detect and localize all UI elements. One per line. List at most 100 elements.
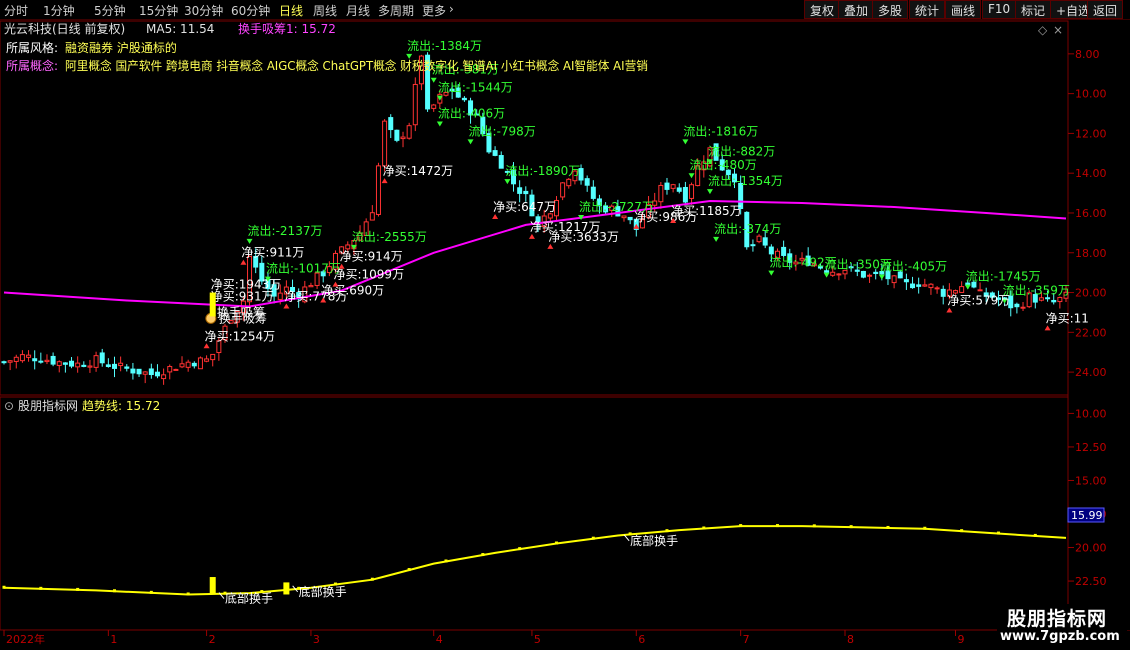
sell-arrow (436, 121, 443, 127)
flow-annotations: 净买:1254万换手吸筹净买:1943万净买:931万流出:-2137万净买:9… (203, 39, 1089, 349)
flow-annotation: 净买:579万 (947, 293, 1010, 307)
concept-label: 所属概念: (6, 58, 58, 73)
info-strip[interactable] (1114, 21, 1130, 630)
sub-y-tick-label: 20.00 (1075, 542, 1107, 555)
candle-body (44, 359, 50, 363)
candle-body (873, 271, 879, 275)
concept-value: 阿里概念 国产软件 跨境电商 抖音概念 AIGC概念 ChatGPT概念 财税数… (65, 58, 648, 73)
candle-body (19, 354, 25, 362)
trend-dot (591, 536, 595, 540)
sub-y-tick-label: 12.50 (1075, 441, 1107, 454)
main-y-tick-label: 24.00 (1075, 366, 1107, 379)
candle-body (62, 362, 68, 365)
flow-annotation: 流出:-798万 (469, 124, 536, 138)
buy-arrow (528, 233, 535, 239)
candle-body (670, 184, 676, 189)
candle-body (860, 270, 866, 278)
candle-body (142, 371, 148, 375)
trend-dot (702, 526, 706, 530)
trend-spike (209, 577, 216, 595)
candle-body (928, 283, 934, 289)
x-tick-label: 7 (743, 633, 750, 646)
candle-body (394, 129, 400, 141)
candles (1, 52, 1069, 385)
candle-body (197, 357, 203, 370)
buy-arrow (381, 178, 388, 184)
main-y-tick-label: 10.00 (1075, 88, 1107, 101)
candle-body (940, 288, 946, 297)
candle-body (910, 283, 916, 289)
arrow-icon (623, 534, 630, 542)
chart-frames (0, 20, 1130, 631)
candle-body (75, 362, 81, 368)
flow-annotation: 净买:911万 (241, 246, 304, 260)
stock-title: 光云科技(日线 前复权) (4, 21, 125, 36)
candle-body (762, 237, 768, 246)
sell-arrow (878, 274, 885, 280)
candle-body (375, 165, 381, 215)
flow-annotation: 净买:1472万 (383, 164, 454, 178)
kline-chart: 24.0022.0020.0018.0016.0014.0012.0010.00… (0, 20, 1130, 646)
candle-body (934, 287, 940, 290)
x-tick-label: 6 (638, 633, 645, 646)
sub-y-tick-label: 15.00 (1075, 474, 1107, 487)
candle-body (185, 361, 191, 368)
candle-body (627, 216, 633, 221)
candle-body (584, 178, 590, 186)
candle-body (867, 274, 873, 277)
candle-body (523, 190, 529, 195)
buy-arrow (283, 303, 290, 309)
buy-arrow (492, 213, 499, 219)
candle-body (154, 371, 160, 377)
buy-arrow (1044, 325, 1051, 331)
candle-body (308, 285, 314, 288)
candle-body (400, 136, 406, 140)
candle-body (369, 212, 375, 221)
main-y-tick-label: 8.00 (1075, 48, 1100, 61)
collapse-icon[interactable]: ⊙ (4, 399, 14, 413)
trend-dot (370, 577, 374, 581)
candle-body (167, 366, 173, 373)
flow-annotation: 净买:690万 (321, 284, 384, 298)
candle-body (836, 273, 842, 276)
time-axis: 2022年 1 2 3 4 5 6 7 8 9 (3, 630, 965, 646)
flow-annotation: 净买:931万 (211, 289, 274, 303)
candle-body (173, 368, 179, 371)
x-tick-label: 2022年 (6, 632, 45, 646)
trend-dot (554, 541, 558, 545)
flow-annotation: 流出:-480万 (690, 158, 757, 172)
current-value-text: 15.99 (1071, 509, 1103, 522)
candle-body (105, 364, 111, 367)
candle-body (498, 155, 504, 169)
candle-body (148, 368, 154, 376)
main-grid: 24.00 22.00 20.00 18.00 16.00 14.00 12.00 10.00… (1068, 48, 1107, 379)
candle-body (658, 184, 664, 203)
diamond-icon[interactable]: ◇ (1038, 23, 1048, 37)
flow-annotation: 净买:1254万 (205, 329, 276, 343)
main-y-tick-label: 14.00 (1075, 167, 1107, 180)
ma-line-path (3, 199, 1067, 308)
volume-spike-bar (209, 292, 216, 317)
flow-annotation: 净买:647万 (493, 200, 556, 214)
flow-annotation: 流出:-1890万 (505, 164, 580, 178)
flow-annotation: 流出:-1745万 (966, 270, 1041, 284)
bottom-swap-label: 底部换手 (630, 533, 678, 548)
close-icon[interactable]: × (1053, 23, 1063, 37)
trend-line: 底部换手 底部换手底部换手 (2, 524, 1067, 606)
candle-body (191, 362, 197, 367)
trend-spike (283, 582, 290, 595)
candle-body (547, 213, 553, 219)
trend-dot (849, 525, 853, 529)
hands-absorb-label: 换手吸筹1: 15.72 (238, 22, 336, 36)
trend-dot (444, 559, 448, 563)
sub-y-tick-label: 22.50 (1075, 575, 1107, 588)
candle-body (431, 104, 437, 109)
x-tick-label: 1 (110, 633, 117, 646)
candle-body (69, 360, 75, 367)
candle-body (93, 355, 99, 368)
candle-body (560, 182, 566, 198)
candle-body (118, 362, 124, 367)
candle-body (1057, 296, 1063, 303)
flow-annotation: 流出:-374万 (714, 222, 781, 236)
candle-body (903, 279, 909, 283)
